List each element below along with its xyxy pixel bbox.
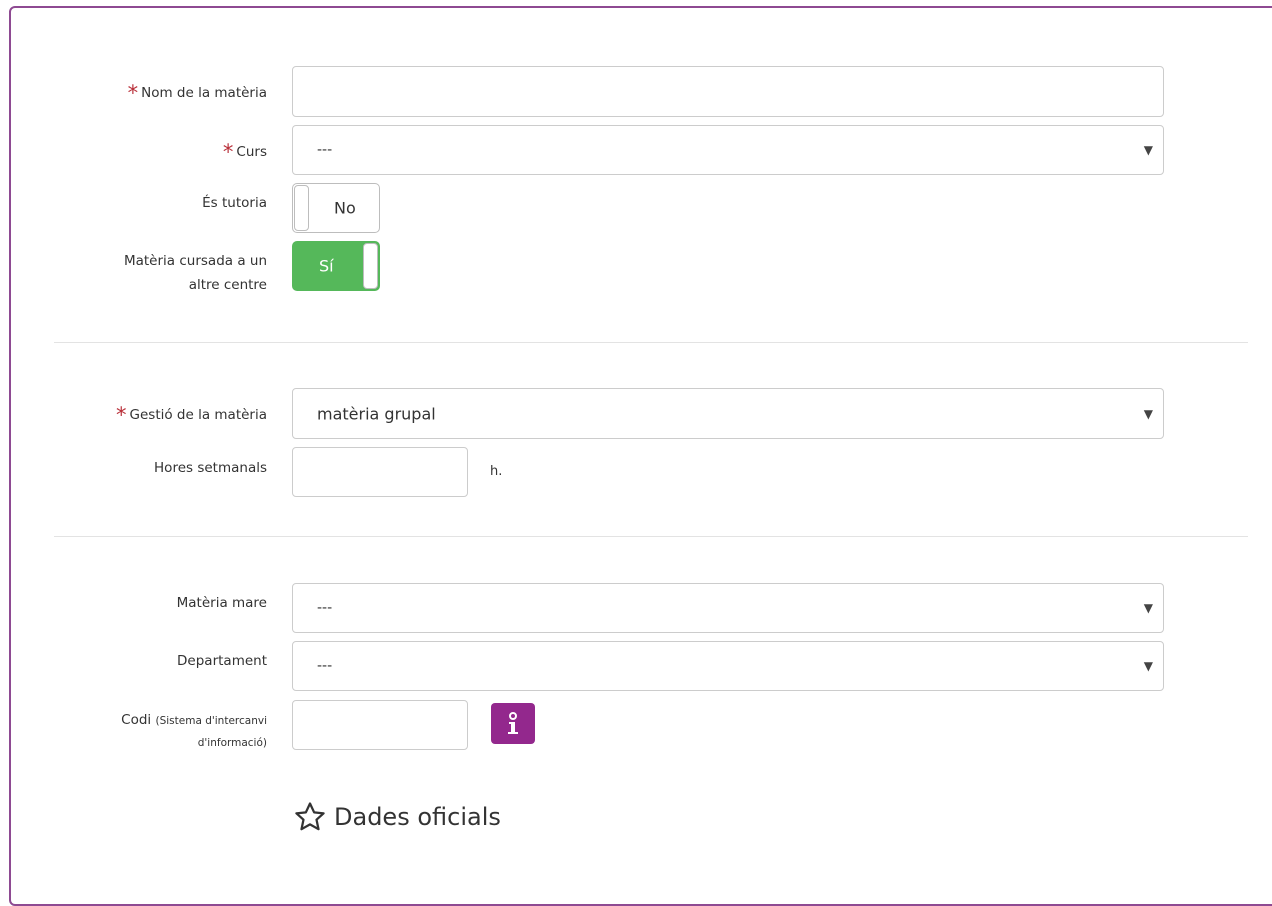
info-button[interactable]: [491, 703, 535, 744]
altre-centre-label: Matèria cursada a un altre centre: [123, 253, 267, 293]
hores-unit: h.: [490, 464, 503, 479]
gestio-select[interactable]: matèria grupal ▼: [292, 388, 1164, 439]
hores-input[interactable]: [292, 447, 468, 497]
chevron-down-icon: ▼: [1143, 406, 1153, 421]
nom-label: * Nom de la matèria: [127, 81, 267, 105]
nom-input[interactable]: [292, 66, 1164, 117]
tutoria-toggle[interactable]: No: [292, 183, 380, 233]
info-icon: [508, 711, 518, 734]
departament-label: Departament: [177, 653, 267, 669]
star-outline-icon: [295, 802, 325, 831]
chevron-down-icon: ▼: [1143, 659, 1153, 673]
hores-label: Hores setmanals: [154, 460, 267, 476]
toggle-knob: [294, 185, 309, 231]
materia-mare-select[interactable]: --- ▼: [292, 583, 1164, 633]
tutoria-label: És tutoria: [202, 195, 267, 211]
curs-label: * Curs: [222, 140, 267, 164]
altre-centre-toggle[interactable]: Sí: [292, 241, 380, 291]
curs-select-value: ---: [317, 142, 333, 158]
section-title: Dades oficials: [334, 803, 501, 831]
gestio-select-value: matèria grupal: [317, 404, 436, 423]
departament-select[interactable]: --- ▼: [292, 641, 1164, 691]
required-asterisk-icon: *: [222, 140, 234, 164]
curs-select[interactable]: --- ▼: [292, 125, 1164, 175]
codi-label: Codi (Sistema d'intercanvi d'informació): [121, 712, 267, 749]
gestio-label: * Gestió de la matèria: [116, 403, 267, 427]
altre-centre-toggle-state: Sí: [319, 256, 334, 276]
section-divider: [54, 342, 1248, 343]
departament-select-value: ---: [317, 658, 333, 674]
required-asterisk-icon: *: [127, 81, 139, 105]
required-asterisk-icon: *: [116, 403, 127, 427]
tutoria-toggle-state: No: [334, 198, 356, 218]
chevron-down-icon: ▼: [1143, 143, 1153, 157]
materia-mare-label: Matèria mare: [176, 595, 267, 611]
section-divider: [54, 536, 1248, 537]
materia-mare-select-value: ---: [317, 600, 333, 616]
chevron-down-icon: ▼: [1143, 601, 1153, 615]
dades-oficials-heading[interactable]: Dades oficials: [292, 800, 501, 834]
codi-input[interactable]: [292, 700, 468, 750]
toggle-knob: [363, 243, 378, 289]
